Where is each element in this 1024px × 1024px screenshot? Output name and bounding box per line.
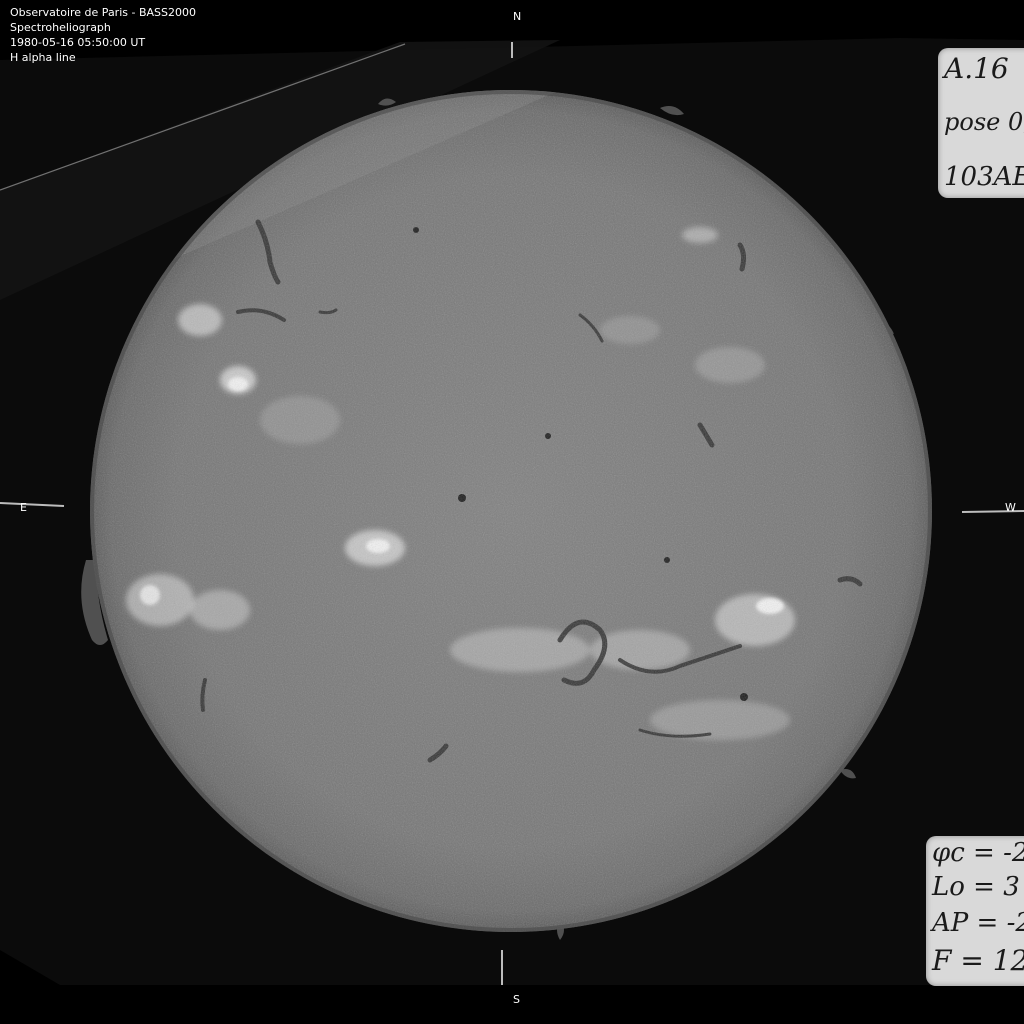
plate-note-line: F = 12 xyxy=(932,944,1024,977)
header-datetime: 1980-05-16 05:50:00 UT xyxy=(10,36,146,49)
plate-note-bottom: φc = -2 Lo = 3 1 AP = -20 F = 12 xyxy=(926,836,1024,986)
east-label: E xyxy=(20,501,27,514)
plate-note-line: AP = -20 xyxy=(932,908,1024,938)
north-label: N xyxy=(513,10,522,23)
plate-note-line: 103AE xyxy=(944,162,1024,192)
header-observatory: Observatoire de Paris - BASS2000 xyxy=(10,6,196,19)
plate-note-line: A.16 xyxy=(944,52,1009,85)
west-label: W xyxy=(1005,501,1016,514)
header-instrument: Spectroheliograph xyxy=(10,21,111,34)
header-line: H alpha line xyxy=(10,51,76,64)
solar-halpha-image xyxy=(0,0,1024,1024)
plate-note-line: Lo = 3 1 xyxy=(932,872,1024,902)
solar-image-viewer: Observatoire de Paris - BASS2000 Spectro… xyxy=(0,0,1024,1024)
plate-note-line: φc = -2 xyxy=(932,838,1024,868)
plate-note-top: A.16 pose 0,2 103AE xyxy=(938,48,1024,198)
south-label: S xyxy=(513,993,520,1006)
plate-note-line: pose 0,2 xyxy=(944,108,1024,136)
